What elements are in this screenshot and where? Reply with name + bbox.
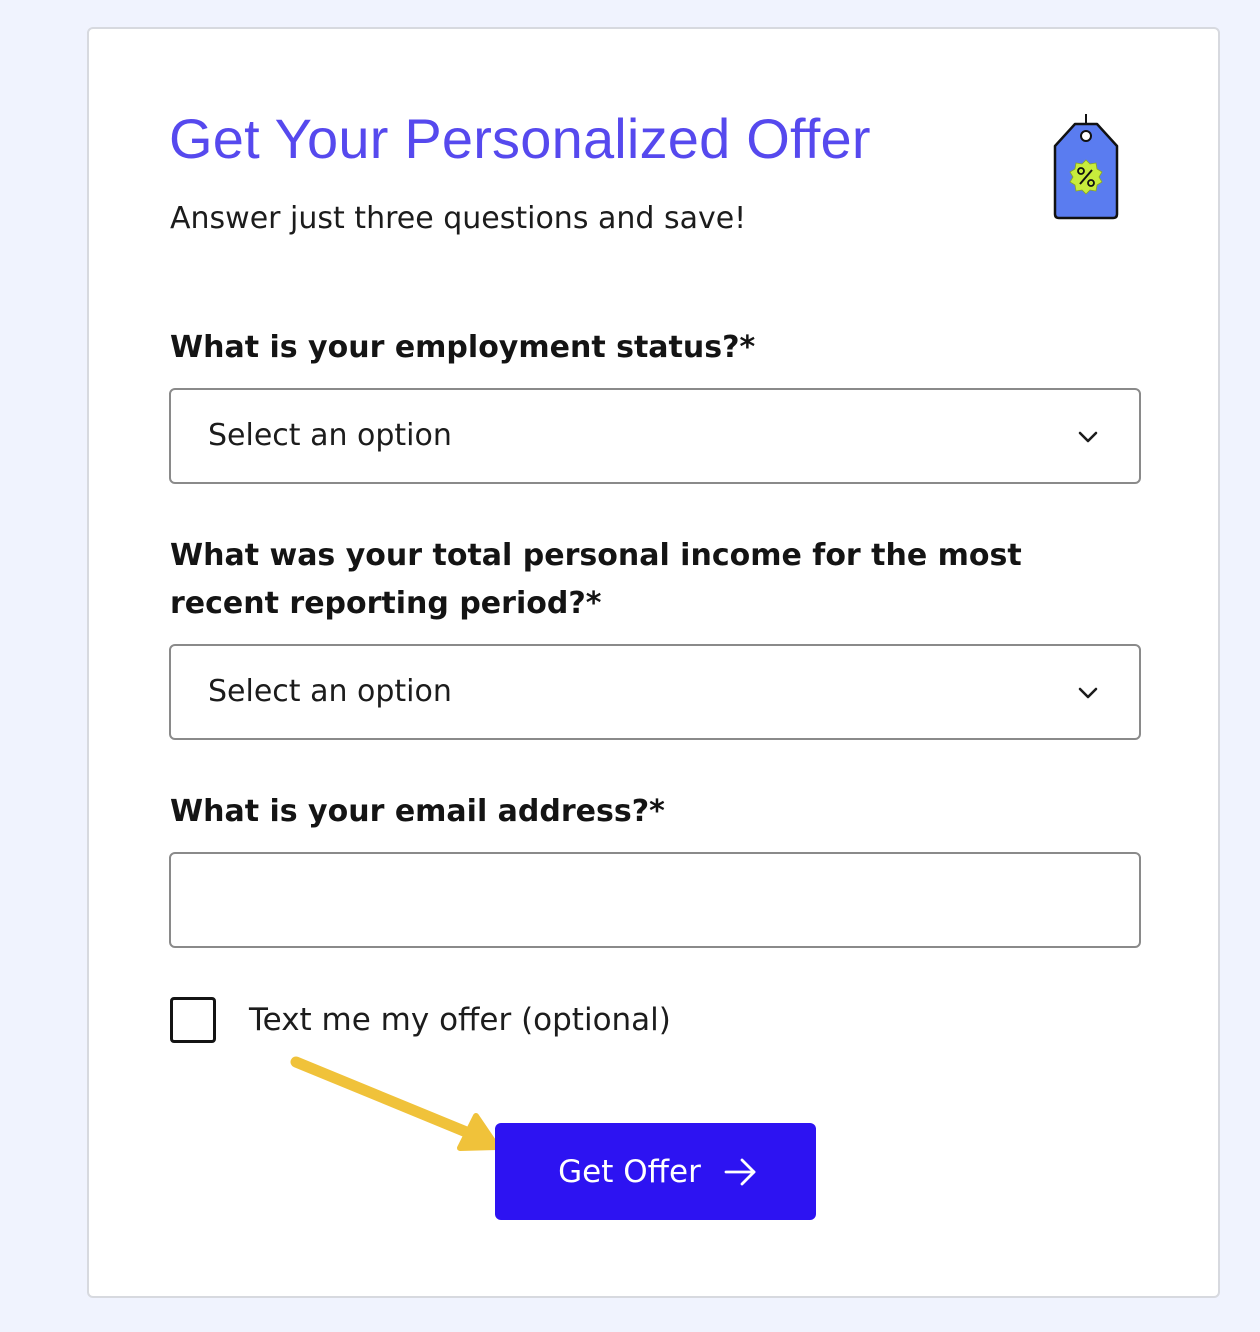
offer-card: Get Your Personalized Offer Answer just …	[87, 27, 1220, 1298]
get-offer-button-label: Get Offer	[558, 1153, 701, 1190]
text-offer-checkbox-label[interactable]: Text me my offer (optional)	[249, 998, 671, 1042]
percent-price-tag-icon	[1053, 114, 1119, 220]
chevron-down-icon	[1078, 687, 1098, 699]
personal-income-select[interactable]: Select an option	[169, 644, 1141, 740]
page-title: Get Your Personalized Offer	[169, 107, 871, 170]
personal-income-selected-value: Select an option	[208, 674, 452, 709]
arrow-right-icon	[724, 1158, 756, 1185]
email-address-label: What is your email address?*	[170, 794, 665, 829]
employment-status-label: What is your employment status?*	[170, 330, 756, 365]
chevron-down-icon	[1078, 431, 1098, 443]
yellow-pointer-arrow-icon	[290, 1056, 500, 1151]
page-subtitle: Answer just three questions and save!	[170, 201, 747, 236]
employment-status-select[interactable]: Select an option	[169, 388, 1141, 484]
get-offer-button[interactable]: Get Offer	[495, 1123, 816, 1220]
personal-income-label: What was your total personal income for …	[170, 538, 1022, 621]
text-offer-checkbox[interactable]	[170, 997, 216, 1043]
email-field[interactable]	[169, 852, 1141, 948]
employment-status-selected-value: Select an option	[208, 418, 452, 453]
